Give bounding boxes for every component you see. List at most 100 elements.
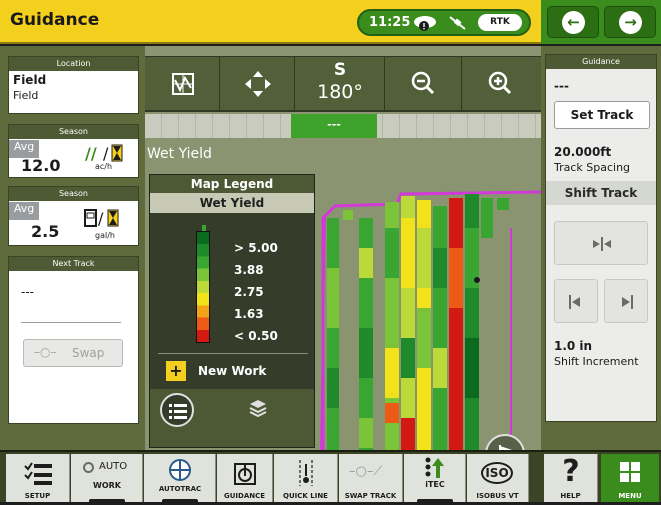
autotrac-button[interactable]: AUTOTRAC (144, 454, 216, 505)
coverage-passes (327, 194, 509, 450)
map-view: S 180° --- Wet Yield Map Legend Wet Yiel… (145, 46, 541, 474)
location-panel[interactable]: Location Field Field (8, 56, 139, 114)
help-button[interactable]: ? HELP (544, 454, 598, 502)
itec-off-indicator (416, 499, 453, 505)
list-icon (169, 403, 187, 423)
legend-level-2: 3.88 (234, 263, 264, 277)
bottom-toolbar: SETUP AUTO WORK AUTOTRAC GUIDANCE QUICK … (0, 450, 661, 505)
heading-button[interactable]: S 180° (295, 57, 385, 111)
legend-title: Map Legend (190, 177, 274, 191)
forward-button[interactable]: → (604, 6, 656, 38)
status-pill[interactable]: 11:25 RTK (357, 9, 531, 36)
season-fuel-unit: gal/h (95, 231, 115, 240)
work-button[interactable]: AUTO WORK (71, 454, 143, 505)
guidance-value: --- (554, 79, 569, 93)
swap-button[interactable]: –○– Swap (23, 339, 123, 367)
legend-header: Map Legend Wet Yield (150, 175, 314, 213)
map-legend: Map Legend Wet Yield > 5.00 3.88 2.75 1.… (149, 174, 315, 448)
center-track-button[interactable] (554, 221, 648, 265)
legend-color-scale (196, 231, 210, 343)
guidance-button[interactable]: GUIDANCE (217, 454, 273, 502)
season-area-unit: ac/h (95, 162, 113, 171)
add-icon[interactable]: + (166, 361, 186, 381)
new-work-label[interactable]: New Work (198, 364, 266, 378)
season-fuel-value: 2.5 (31, 222, 60, 241)
satellite-icon (447, 14, 469, 36)
swap-track-label: SWAP TRACK (344, 492, 397, 500)
pan-button[interactable] (220, 57, 295, 111)
work-off-indicator (88, 499, 125, 505)
location-line1: Field (13, 73, 47, 87)
work-auto-label: AUTO (99, 461, 128, 472)
quick-line-button[interactable]: QUICK LINE (274, 454, 338, 502)
help-icon: ? (562, 454, 580, 489)
help-label: HELP (560, 492, 581, 500)
track-indicator: --- (291, 114, 377, 138)
shift-increment-label: Shift Increment (554, 355, 639, 368)
svg-text:/: / (103, 144, 109, 163)
next-track-panel: Next Track --- –○– Swap (8, 256, 139, 424)
fuel-rate-icon: / (83, 207, 127, 233)
guidance-panel-title: Guidance (546, 55, 656, 69)
center-track-icon (592, 236, 612, 255)
setup-button[interactable]: SETUP (6, 454, 70, 502)
legend-footer (150, 389, 314, 447)
coverage-map (320, 190, 541, 450)
season-fuel-panel[interactable]: Season Avg 2.5 / gal/h (8, 186, 139, 246)
autotrac-off-indicator (161, 499, 198, 505)
menu-button[interactable]: MENU (601, 454, 659, 502)
location-title: Location (9, 57, 138, 71)
menu-label: MENU (618, 492, 642, 500)
shift-left-icon (569, 294, 585, 313)
legend-subtitle: Wet Yield (150, 193, 314, 213)
zoom-in-button[interactable] (462, 57, 541, 111)
heading-letter: S (333, 60, 347, 80)
shift-right-button[interactable] (604, 279, 648, 323)
back-button[interactable]: ← (547, 6, 599, 38)
list-button[interactable] (160, 393, 194, 427)
layers-icon[interactable] (248, 399, 268, 421)
quick-line-icon (296, 460, 316, 490)
cloud-alert-icon (411, 13, 441, 37)
legend-level-5: < 0.50 (234, 329, 278, 343)
guidance-panel: Guidance --- Set Track 20.000ft Track Sp… (545, 54, 657, 422)
swap-icon: –○– (34, 345, 57, 359)
divider (158, 353, 308, 354)
isobus-button[interactable]: ISO ISOBUS VT (467, 454, 529, 502)
shift-left-button[interactable] (554, 279, 598, 323)
arrow-left-icon: ← (562, 11, 585, 34)
radio-icon (83, 462, 94, 473)
itec-button[interactable]: iTEC (404, 454, 466, 505)
season-area-panel[interactable]: Season Avg 12.0 /// ac/h (8, 124, 139, 178)
avg-label: Avg (9, 202, 39, 220)
swap-track-icon: –○–⟋ (349, 464, 383, 479)
divider (21, 322, 121, 323)
map-chart-icon (171, 72, 195, 100)
shift-increment-value: 1.0 in (554, 339, 593, 353)
left-sidebar: Location Field Field Season Avg 12.0 ///… (0, 46, 145, 450)
svg-text://: // (85, 144, 97, 163)
swap-label: Swap (72, 346, 105, 360)
move-arrows-icon (243, 69, 273, 103)
next-track-value: --- (21, 285, 34, 299)
legend-scale-cap (202, 225, 206, 231)
tractor-position-icon (474, 277, 480, 283)
steering-wheel-icon (168, 458, 192, 486)
swap-track-button[interactable]: –○–⟋ SWAP TRACK (339, 454, 403, 502)
iso-logo: ISO (481, 462, 513, 484)
page-title: Guidance (10, 10, 100, 30)
svg-text:/: / (98, 209, 104, 228)
set-track-button[interactable]: Set Track (554, 101, 650, 129)
guidance-icon (233, 462, 257, 490)
legend-level-4: 1.63 (234, 307, 264, 321)
season-title: Season (9, 125, 138, 139)
map-settings-button[interactable] (145, 57, 220, 111)
location-line2: Field (13, 89, 39, 102)
next-track-title: Next Track (9, 257, 138, 271)
yield-map[interactable]: Wet Yield Map Legend Wet Yield > 5.00 3.… (145, 138, 541, 474)
zoom-out-button[interactable] (385, 57, 462, 111)
track-spacing-value: 20.000ft (554, 145, 612, 159)
setup-label: SETUP (24, 492, 51, 500)
checklist-icon (24, 462, 54, 490)
right-sidebar: Guidance --- Set Track 20.000ft Track Sp… (541, 46, 661, 450)
